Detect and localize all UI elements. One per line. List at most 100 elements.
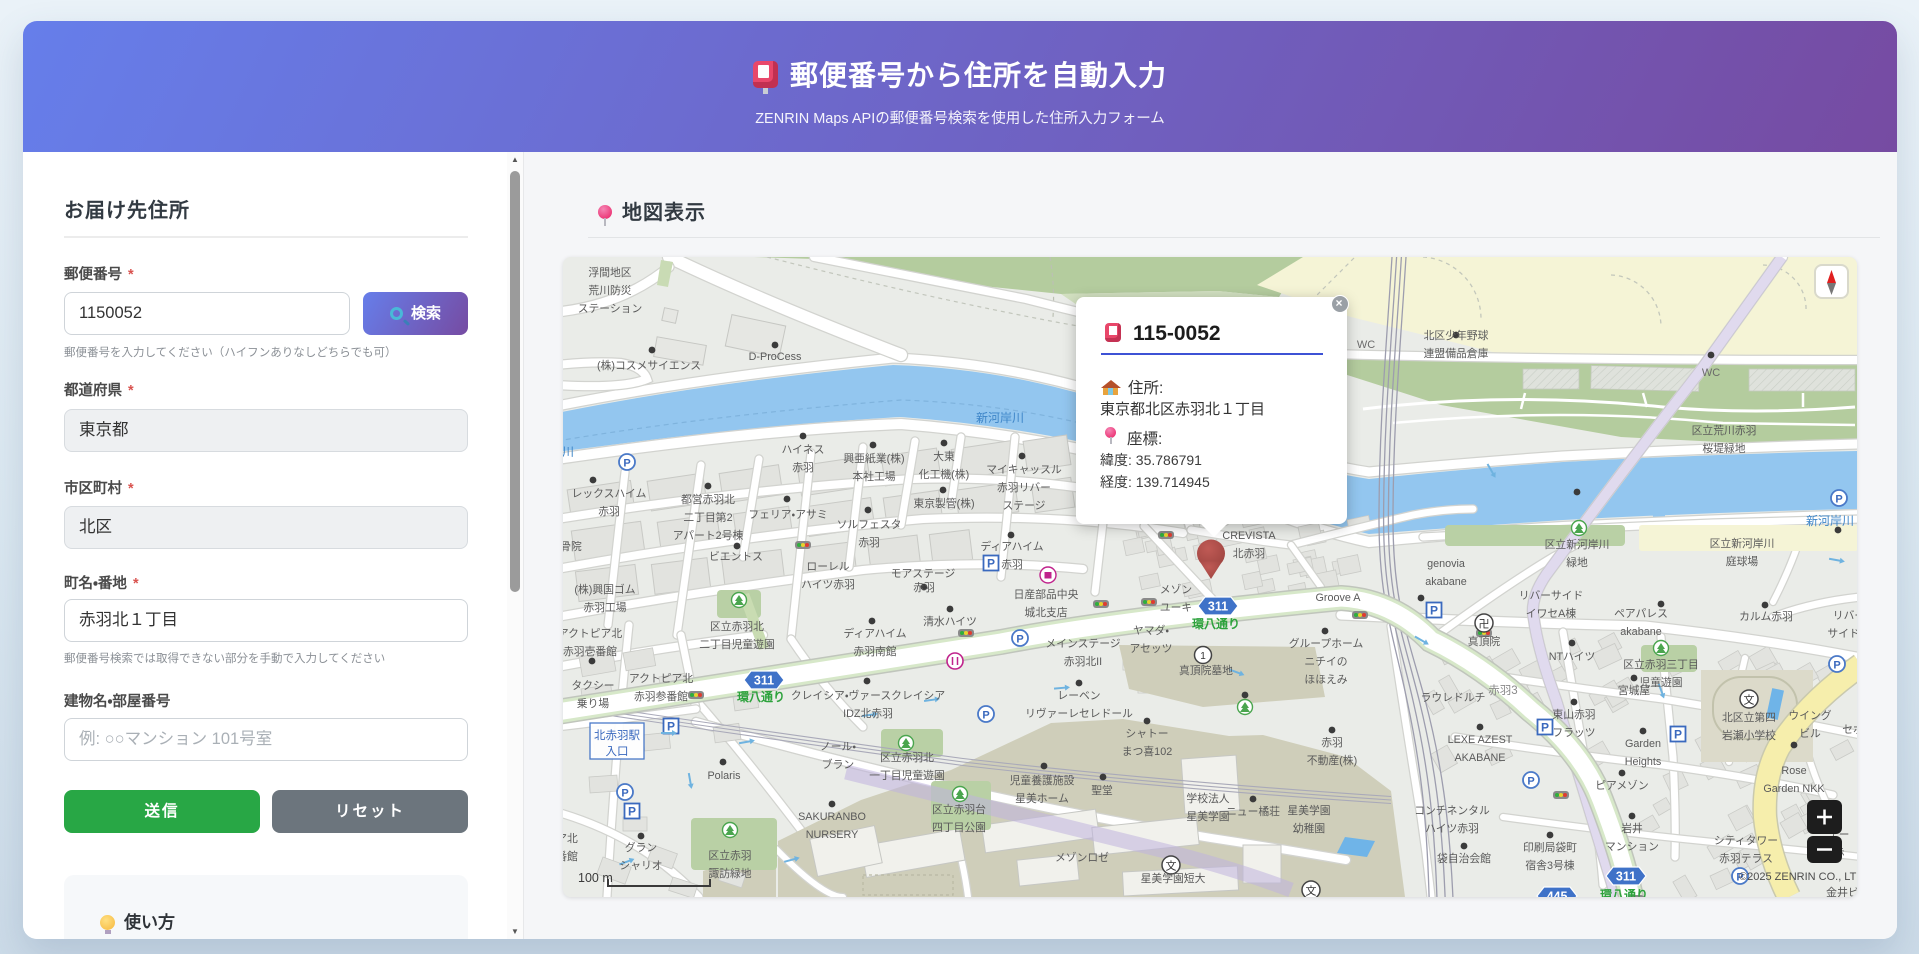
svg-text:セボ: セボ [1842, 723, 1857, 736]
svg-text:リバーサイド: リバーサイド [1519, 589, 1584, 602]
svg-text:SAKURANBO: SAKURANBO [798, 811, 866, 823]
svg-text:赤羽北II: 赤羽北II [1064, 655, 1102, 668]
svg-text:Groove A: Groove A [1315, 592, 1361, 604]
svg-text:浮間地区: 浮間地区 [588, 266, 631, 279]
svg-text:コンチネンタル: コンチネンタル [1414, 804, 1490, 817]
svg-text:ピアメゾン: ピアメゾン [1595, 779, 1648, 792]
svg-text:P: P [1541, 721, 1549, 735]
svg-text:日産部品中央: 日産部品中央 [1014, 587, 1079, 601]
svg-text:真頂院: 真頂院 [1468, 634, 1501, 648]
svg-text:赤羽3: 赤羽3 [1488, 684, 1517, 697]
svg-text:緑地: 緑地 [1566, 556, 1588, 569]
svg-text:文: 文 [1166, 859, 1177, 873]
svg-text:赤羽リバー: 赤羽リバー [997, 481, 1051, 494]
svg-text:フラッツ: フラッツ [1552, 727, 1595, 739]
svg-text:区立新河岸川: 区立新河岸川 [1545, 537, 1610, 551]
svg-text:Garden: Garden [1625, 738, 1661, 750]
svg-text:区立荒川赤羽: 区立荒川赤羽 [1692, 423, 1757, 437]
svg-text:ローレル: ローレル [806, 561, 849, 573]
svg-text:一丁目児童遊園: 一丁目児童遊園 [869, 768, 945, 782]
svg-text:環八通り: 環八通り [1600, 887, 1648, 897]
svg-text:アクトピア北: アクトピア北 [563, 627, 622, 640]
svg-text:マイキャッスル: マイキャッスル [986, 464, 1062, 476]
svg-text:genovia: genovia [1427, 558, 1465, 570]
svg-text:P: P [1016, 634, 1023, 646]
svg-text:akabane: akabane [1620, 626, 1661, 638]
svg-text:星美ホーム: 星美ホーム [1015, 792, 1069, 805]
svg-text:東京製管(株): 東京製管(株) [913, 496, 974, 510]
svg-text:AKABANE: AKABANE [1454, 752, 1505, 764]
svg-text:区立新河岸川: 区立新河岸川 [1710, 536, 1775, 550]
svg-text:骨院: 骨院 [563, 540, 582, 553]
svg-text:ニュー橘荘: ニュー橘荘 [1226, 805, 1280, 818]
svg-text:リヴァーレセレドール: リヴァーレセレドール [1025, 706, 1133, 720]
svg-text:川: 川 [563, 445, 574, 459]
svg-text:メゾン: メゾン [1160, 583, 1192, 596]
svg-text:赤羽工場: 赤羽工場 [583, 601, 626, 614]
svg-text:ヤマダ・: ヤマダ・ [1133, 623, 1169, 637]
svg-text:アクトピア北: アクトピア北 [629, 672, 693, 685]
svg-text:城北支店: 城北支店 [1024, 606, 1067, 619]
svg-text:WC: WC [1702, 367, 1720, 379]
svg-text:ハイツ赤羽: ハイツ赤羽 [801, 578, 855, 591]
svg-text:新河岸川: 新河岸川 [976, 411, 1024, 425]
svg-text:アパート2号棟: アパート2号棟 [673, 528, 744, 542]
svg-text:宿舎3号棟: 宿舎3号棟 [1525, 858, 1574, 872]
svg-text:サイド源: サイド源 [1827, 626, 1857, 640]
svg-text:新河岸川: 新河岸川 [1806, 514, 1854, 528]
svg-text:区立赤羽北: 区立赤羽北 [880, 750, 934, 764]
svg-text:ほほえみ: ほほえみ [1304, 673, 1347, 686]
svg-text:フェリア・アサミ: フェリア・アサミ [748, 508, 827, 521]
svg-text:連盟備品倉庫: 連盟備品倉庫 [1424, 346, 1489, 360]
svg-text:学校法人: 学校法人 [1186, 791, 1229, 805]
svg-text:ステージ: ステージ [1003, 500, 1046, 512]
svg-text:グラン: グラン [625, 840, 657, 854]
svg-text:P: P [628, 805, 636, 819]
svg-text:不動産(株): 不動産(株) [1307, 753, 1357, 767]
svg-text:P: P [1833, 660, 1840, 672]
svg-text:アセッツ: アセッツ [1130, 642, 1173, 655]
svg-text:ディアハイム: ディアハイム [980, 539, 1043, 553]
svg-text:IDZ北赤羽: IDZ北赤羽 [843, 707, 893, 720]
svg-text:ソルフェスタ: ソルフェスタ [837, 518, 902, 531]
svg-text:P: P [982, 710, 989, 722]
svg-text:メインステージ: メインステージ [1045, 638, 1120, 650]
svg-text:リバー: リバー [1833, 610, 1857, 622]
svg-text:本社工場: 本社工場 [852, 469, 895, 483]
svg-text:NURSERY: NURSERY [806, 829, 859, 841]
svg-text:岩井: 岩井 [1621, 821, 1643, 835]
svg-text:星美学園: 星美学園 [1287, 803, 1330, 817]
svg-text:akabane: akabane [1425, 576, 1466, 588]
svg-text:都営赤羽北: 都営赤羽北 [681, 492, 735, 506]
svg-text:モアステージ: モアステージ [891, 568, 956, 580]
svg-text:赤羽テラス: 赤羽テラス [1719, 852, 1773, 865]
svg-text:レックスハイム: レックスハイム [572, 487, 647, 500]
svg-text:P: P [623, 458, 630, 470]
svg-text:金井ビル: 金井ビル [1826, 885, 1857, 897]
svg-text:桜堤緑地: 桜堤緑地 [1702, 441, 1745, 455]
svg-text:岩瀬小学校: 岩瀬小学校 [1722, 728, 1776, 742]
svg-text:D-ProCess: D-ProCess [749, 351, 802, 363]
svg-text:赤羽: 赤羽 [792, 461, 814, 474]
svg-text:シャトー: シャトー [1125, 728, 1168, 740]
svg-text:Garden NKK: Garden NKK [1763, 783, 1825, 795]
svg-text:CREVISTA: CREVISTA [1222, 530, 1276, 542]
svg-text:ウイング: ウイング [1788, 708, 1831, 722]
svg-text:番館: 番館 [563, 850, 578, 863]
svg-text:環八通り: 環八通り [1192, 616, 1240, 631]
svg-text:袋自治会館: 袋自治会館 [1437, 851, 1491, 865]
svg-text:宮城屋: 宮城屋 [1618, 684, 1651, 697]
svg-text:レーベン: レーベン [1057, 690, 1100, 702]
svg-text:区立赤羽北: 区立赤羽北 [710, 619, 764, 633]
svg-text:マンション: マンション [1605, 841, 1659, 853]
svg-text:二丁目児童遊園: 二丁目児童遊園 [699, 637, 775, 651]
svg-text:化工機(株): 化工機(株) [919, 467, 969, 481]
svg-text:ペアパレス: ペアパレス [1614, 607, 1668, 620]
svg-text:庭球場: 庭球場 [1726, 554, 1759, 568]
svg-text:区立赤羽: 区立赤羽 [708, 848, 751, 862]
svg-text:シティタワー: シティタワー [1714, 834, 1778, 847]
svg-text:WC: WC [1357, 339, 1375, 351]
svg-text:クレイシア・ヴァースクレイシア: クレイシア・ヴァースクレイシア [791, 688, 945, 702]
svg-text:NTハイツ: NTハイツ [1549, 651, 1596, 663]
svg-text:ビル: ビル [1799, 727, 1821, 740]
